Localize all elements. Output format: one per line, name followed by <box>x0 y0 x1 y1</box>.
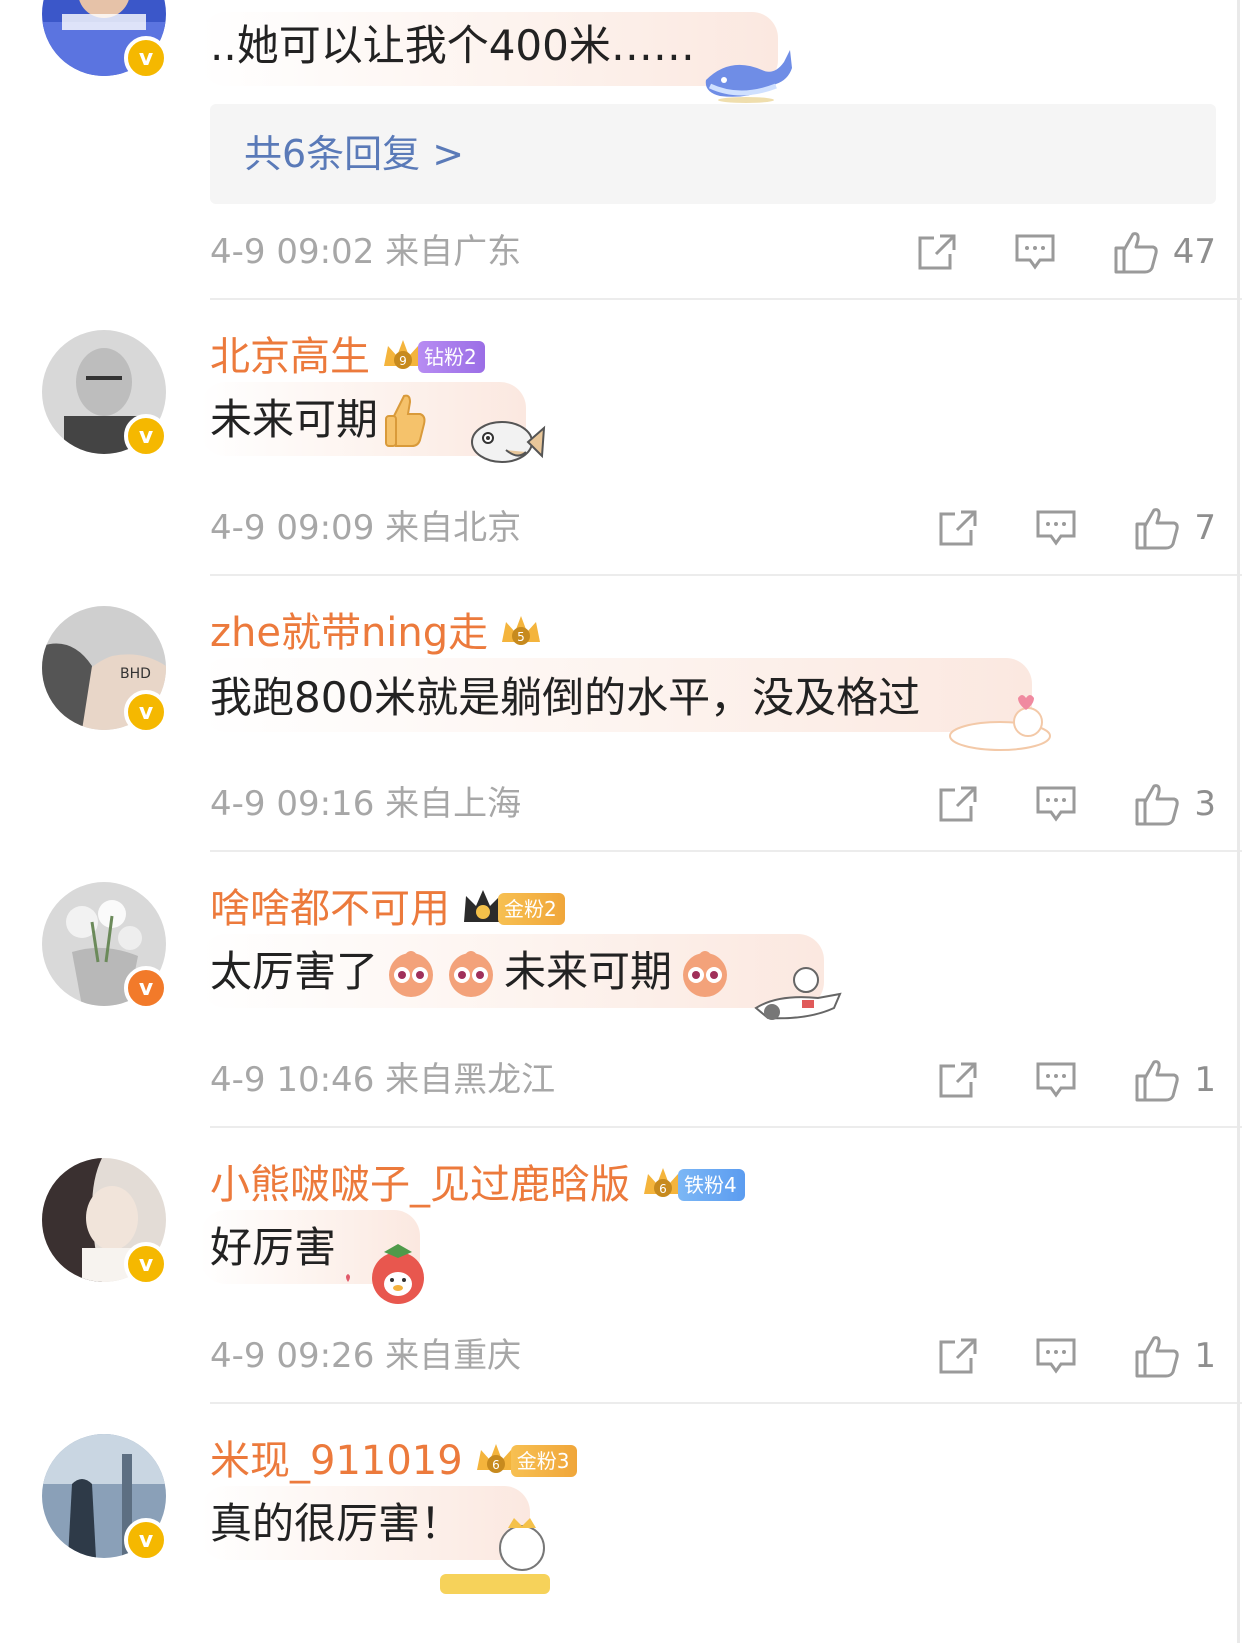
share-icon <box>939 1062 977 1098</box>
svg-text:5: 5 <box>517 630 525 644</box>
username[interactable]: 小熊啵啵子_见过鹿晗版 <box>210 1158 630 1212</box>
scrollbar[interactable] <box>1237 0 1240 1643</box>
timestamp-location: 4-9 09:26 来自重庆 <box>210 1336 522 1376</box>
username[interactable]: 北京高生 <box>210 330 370 384</box>
username[interactable]: 啥啥都不可用 <box>210 882 450 936</box>
comment-text: 我跑800米就是躺倒的水平，没及格过 <box>210 673 921 722</box>
comment-icon <box>1036 786 1076 822</box>
comment-button[interactable] <box>1026 509 1086 547</box>
whale-sticker-icon <box>705 50 792 103</box>
comment-text: ..她可以让我个400米…… <box>210 21 695 70</box>
fan-badge: 金粉2 <box>498 893 565 925</box>
like-button[interactable]: 3 <box>1134 782 1216 826</box>
avatar[interactable]: v <box>42 1434 168 1562</box>
username[interactable]: zhe就带ning走 <box>210 606 488 660</box>
fan-badge: 金粉3 <box>510 1445 578 1477</box>
share-icon <box>939 1338 977 1374</box>
avatar[interactable]: v <box>42 1158 168 1286</box>
svg-text:6: 6 <box>492 1458 500 1472</box>
like-count: 3 <box>1194 784 1216 824</box>
thumbs-up-icon <box>1135 508 1180 550</box>
thumbs-up-icon <box>1114 232 1158 274</box>
like-button[interactable]: 1 <box>1134 1334 1216 1378</box>
like-button[interactable]: 7 <box>1134 506 1216 550</box>
comment-icon <box>1036 1062 1076 1098</box>
fan-badge: 钻粉2 <box>418 341 485 373</box>
fish-sticker-icon <box>471 421 546 463</box>
comment-meta: 4-9 09:02 来自广东 47 <box>210 222 1216 282</box>
replies-label: 共6条回复 > <box>244 132 465 176</box>
plane-sticker-icon <box>754 967 842 1020</box>
comment-button[interactable] <box>1026 1337 1086 1375</box>
svg-text:BHD: BHD <box>120 666 151 682</box>
comment-feed: v ..她可以让我个400米…… 共6条回复 > 4-9 09:02 来自广东 <box>0 0 1242 1643</box>
timestamp-location: 4-9 09:02 来自广东 <box>210 232 522 272</box>
like-button[interactable]: 1 <box>1134 1058 1216 1102</box>
verified-badge: v <box>124 414 168 458</box>
share-button[interactable] <box>907 233 967 271</box>
share-icon <box>939 786 977 822</box>
avatar[interactable]: v <box>42 0 168 80</box>
comment-text: 未来可期 <box>210 390 428 450</box>
verified-badge: v <box>124 690 168 734</box>
timestamp-location: 4-9 09:09 来自北京 <box>210 508 522 548</box>
share-button[interactable] <box>928 1337 988 1375</box>
avatar[interactable]: v <box>42 882 168 1010</box>
comment-meta: 4-9 09:09 来自北京 7 <box>210 498 1216 558</box>
cat-sticker-icon <box>949 695 1051 751</box>
divider <box>210 1402 1242 1404</box>
comment-icon <box>1036 510 1076 546</box>
share-icon <box>939 510 977 546</box>
comment-text: 好厉害 <box>210 1223 337 1272</box>
strawberry-sticker-icon <box>346 1244 424 1304</box>
doge-emoji-icon <box>449 951 494 997</box>
divider <box>210 574 1242 576</box>
comment-icon <box>1015 234 1055 270</box>
verified-badge: v <box>124 1242 168 1286</box>
share-button[interactable] <box>928 785 988 823</box>
like-count: 1 <box>1194 1336 1216 1376</box>
comment-text: 太厉害了 未来可期 <box>210 942 732 1002</box>
crown-icon: 5 <box>502 616 541 645</box>
avatar[interactable]: BHD v <box>42 606 168 734</box>
like-count: 1 <box>1194 1060 1216 1100</box>
username[interactable]: 米现_911019 <box>210 1434 463 1488</box>
doge-emoji-icon <box>683 951 728 997</box>
divider <box>210 298 1242 300</box>
like-button[interactable]: 47 <box>1113 230 1216 274</box>
thumbs-up-icon <box>1135 1336 1180 1378</box>
divider <box>210 1126 1242 1128</box>
like-count: 7 <box>1194 508 1216 548</box>
view-replies-button[interactable]: 共6条回复 > <box>210 104 1216 204</box>
share-button[interactable] <box>928 1061 988 1099</box>
comment-button[interactable] <box>1005 233 1065 271</box>
fan-badge: 铁粉4 <box>678 1169 745 1201</box>
comment-meta: 4-9 09:26 来自重庆 1 <box>210 1326 1216 1386</box>
comment-meta: 4-9 09:16 来自上海 3 <box>210 774 1216 834</box>
share-button[interactable] <box>928 509 988 547</box>
avatar[interactable]: v <box>42 330 168 458</box>
thumbs-up-icon <box>1135 784 1180 826</box>
divider <box>210 850 1242 852</box>
like-count: 47 <box>1172 232 1216 272</box>
svg-text:6: 6 <box>659 1182 667 1196</box>
verified-badge: v <box>124 966 168 1010</box>
doge-emoji-icon <box>389 951 434 997</box>
timestamp-location: 4-9 09:16 来自上海 <box>210 784 522 824</box>
thumbs-up-emoji-icon <box>385 394 426 447</box>
comment-meta: 4-9 10:46 来自黑龙江 1 <box>210 1050 1216 1110</box>
verified-badge: v <box>124 36 168 80</box>
verified-badge: v <box>124 1518 168 1562</box>
comment-button[interactable] <box>1026 1061 1086 1099</box>
svg-text:9: 9 <box>399 354 407 368</box>
comment-text: 真的很厉害！ <box>210 1499 463 1548</box>
comment-icon <box>1036 1338 1076 1374</box>
thumbs-up-icon <box>1135 1060 1180 1102</box>
timestamp-location: 4-9 10:46 来自黑龙江 <box>210 1060 556 1100</box>
share-icon <box>918 234 956 270</box>
comment-button[interactable] <box>1026 785 1086 823</box>
